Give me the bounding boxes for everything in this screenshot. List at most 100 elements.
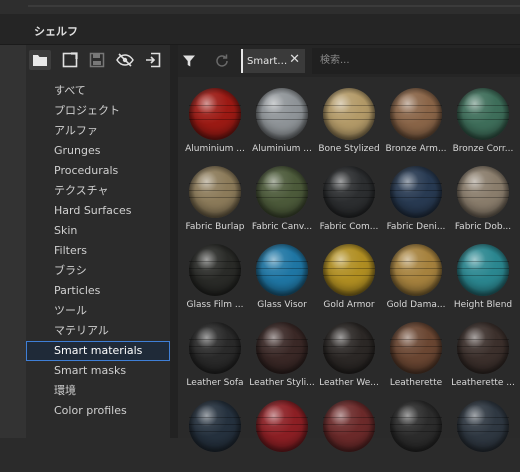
filter-chip[interactable]: Smart… ✕ [241,49,305,73]
material-tile[interactable]: Leatherette [383,316,449,394]
material-preview [189,322,241,374]
material-preview [457,88,509,140]
sphere-rib [323,431,375,432]
sphere-rib [189,112,241,113]
category-item[interactable]: Grunges [26,141,170,161]
category-item[interactable]: ツール [26,301,170,321]
sphere-rib [256,353,308,354]
sphere-rib [256,346,308,347]
asset-toolbar: Smart… ✕ 検索... [178,45,520,77]
import-icon[interactable] [142,50,164,70]
category-item[interactable]: マテリアル [26,321,170,341]
material-tile[interactable]: Leatherette ... [450,316,516,394]
material-tile[interactable]: Fabric Com... [316,160,382,238]
sphere-rib [256,112,308,113]
category-item[interactable]: テクスチャ [26,181,170,201]
category-item[interactable]: アルファ [26,121,170,141]
save-icon[interactable] [86,50,108,70]
category-item[interactable]: プロジェクト [26,101,170,121]
material-name: Height Blend [453,300,513,310]
sphere-rib [390,339,442,340]
sphere-rib [390,353,442,354]
material-tile[interactable]: Fabric Canv... [249,160,315,238]
sphere-rib [323,261,375,262]
sphere-rib [323,346,375,347]
material-preview [390,166,442,218]
sphere-rib [457,275,509,276]
sphere-rib [457,431,509,432]
material-name: Fabric Deni... [386,222,446,232]
category-item[interactable]: Filters [26,241,170,261]
category-item[interactable]: Smart materials [26,341,170,361]
category-item[interactable]: すべて [26,81,170,101]
sphere-rib [457,112,509,113]
sphere-rib [457,268,509,269]
category-item[interactable]: Smart masks [26,361,170,381]
category-item[interactable]: ブラシ [26,261,170,281]
sphere-rib [457,105,509,106]
sphere-rib [390,261,442,262]
sphere-rib [323,197,375,198]
asset-panel: Smart… ✕ 検索... Aluminium ... Aluminium ..… [178,45,520,452]
left-gutter [0,45,26,438]
sphere-rib [457,261,509,262]
material-tile[interactable]: Leather Sofa [182,316,248,394]
material-tile[interactable]: Aluminium ... [249,82,315,160]
material-tile[interactable] [182,394,248,472]
material-tile[interactable]: Gold Armor [316,238,382,316]
material-tile[interactable]: Leather Styli... [249,316,315,394]
category-item[interactable]: Procedurals [26,161,170,181]
material-tile[interactable] [383,394,449,472]
material-tile[interactable]: Bronze Arm... [383,82,449,160]
category-item[interactable]: Skin [26,221,170,241]
material-tile[interactable]: Leather We... [316,316,382,394]
material-name: Leather Sofa [186,378,244,388]
new-tab-icon[interactable] [59,50,81,70]
sphere-rib [457,183,509,184]
top-strip [0,0,520,14]
sphere-rib [390,112,442,113]
visibility-off-icon[interactable] [114,50,136,70]
category-item[interactable]: Hard Surfaces [26,201,170,221]
sphere-rib [256,417,308,418]
material-preview [323,322,375,374]
material-tile[interactable] [316,394,382,472]
material-tile[interactable]: Height Blend [450,238,516,316]
material-tile[interactable]: Glass Visor [249,238,315,316]
sphere-rib [323,112,375,113]
folder-icon[interactable] [29,50,51,70]
material-preview [256,322,308,374]
close-icon[interactable]: ✕ [289,53,300,67]
refresh-icon[interactable] [211,51,233,71]
filter-icon[interactable] [178,51,200,71]
panel-divider[interactable] [170,45,178,438]
sphere-rib [323,105,375,106]
material-tile[interactable] [450,394,516,472]
material-tile[interactable]: Bronze Corr... [450,82,516,160]
material-name: Leather We... [319,378,379,388]
category-item[interactable]: Particles [26,281,170,301]
sphere-rib [323,353,375,354]
search-input[interactable]: 検索... [312,48,520,74]
sphere-rib [457,417,509,418]
material-tile[interactable]: Aluminium ... [182,82,248,160]
sphere-rib [256,431,308,432]
material-tile[interactable]: Gold Dama... [383,238,449,316]
sphere-rib [323,424,375,425]
sphere-rib [256,105,308,106]
sphere-rib [189,275,241,276]
sphere-rib [457,119,509,120]
material-tile[interactable] [249,394,315,472]
material-tile[interactable]: Fabric Deni... [383,160,449,238]
sphere-rib [390,417,442,418]
material-tile[interactable]: Fabric Dob... [450,160,516,238]
material-tile[interactable]: Glass Film ... [182,238,248,316]
material-tile[interactable]: Bone Stylized [316,82,382,160]
material-preview [390,244,442,296]
category-item[interactable]: 環境 [26,381,170,401]
material-tile[interactable]: Fabric Burlap [182,160,248,238]
material-preview [323,244,375,296]
sphere-rib [189,424,241,425]
category-item[interactable]: Color profiles [26,401,170,421]
sphere-rib [390,197,442,198]
